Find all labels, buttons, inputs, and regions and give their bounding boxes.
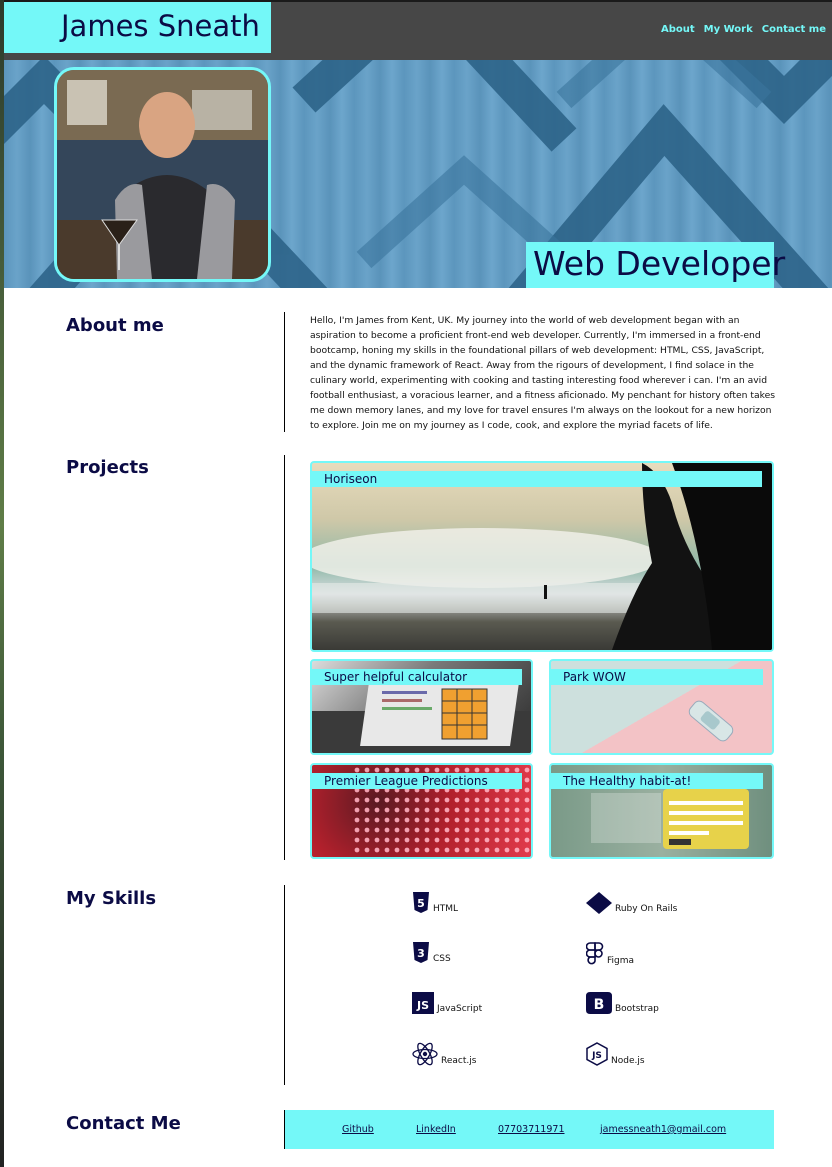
- nav-my-work[interactable]: My Work: [704, 24, 753, 35]
- skill-label-css: CSS: [433, 954, 451, 964]
- contact-links-bar: Github LinkedIn 07703711971 jamessneath1…: [284, 1110, 774, 1149]
- about-divider: [284, 312, 285, 432]
- project-title-healthy-habit: The Healthy habit-at!: [563, 774, 692, 788]
- brand-box: James Sneath: [4, 2, 271, 53]
- project-title-park-wow: Park WOW: [563, 670, 626, 684]
- svg-text:3: 3: [417, 947, 425, 960]
- skill-bootstrap: B Bootstrap: [586, 992, 659, 1014]
- skill-label-ruby-on-rails: Ruby On Rails: [615, 904, 678, 914]
- javascript-icon: JS: [412, 992, 434, 1014]
- skill-label-react: React.js: [441, 1056, 477, 1066]
- project-label-premier-league: Premier League Predictions: [312, 773, 522, 789]
- svg-text:5: 5: [417, 897, 425, 910]
- project-card-calculator[interactable]: Super helpful calculator: [310, 659, 533, 755]
- figma-icon: [586, 942, 604, 965]
- react-icon: [412, 1042, 438, 1066]
- html5-icon: 5: [413, 892, 429, 913]
- project-card-park-wow[interactable]: Park WOW: [549, 659, 774, 755]
- site-header: James Sneath About My Work Contact me: [4, 2, 832, 60]
- contact-divider: [284, 1110, 285, 1149]
- skills-divider: [284, 885, 285, 1085]
- projects-heading: Projects: [66, 457, 149, 478]
- skills-heading: My Skills: [66, 888, 157, 909]
- project-card-premier-league[interactable]: Premier League Predictions: [310, 763, 533, 859]
- project-label-horiseon: Horiseon: [312, 471, 762, 487]
- skill-figma: Figma: [586, 942, 634, 966]
- portfolio-page: James Sneath About My Work Contact me We…: [4, 2, 832, 1167]
- skill-html: 5 HTML: [412, 892, 458, 914]
- skill-css: 3 CSS: [412, 942, 451, 964]
- svg-text:B: B: [594, 997, 605, 1013]
- ruby-diamond-icon: [586, 892, 612, 914]
- hero-title: Web Developer: [533, 244, 786, 283]
- hero-banner: Web Developer: [4, 60, 832, 288]
- svg-text:JS: JS: [416, 999, 429, 1012]
- project-label-healthy-habit: The Healthy habit-at!: [551, 773, 763, 789]
- skill-label-bootstrap: Bootstrap: [615, 1004, 659, 1014]
- css3-icon: 3: [413, 942, 429, 963]
- skill-react: React.js: [412, 1042, 476, 1066]
- skill-label-html: HTML: [433, 904, 459, 914]
- project-card-horiseon[interactable]: Horiseon: [310, 461, 774, 652]
- skill-javascript: JS JavaScript: [412, 992, 482, 1014]
- about-text: Hello, I'm James from Kent, UK. My journ…: [310, 315, 776, 431]
- skill-ruby-on-rails: Ruby On Rails: [586, 892, 677, 914]
- project-title-calculator: Super helpful calculator: [324, 670, 468, 684]
- nav-contact[interactable]: Contact me: [762, 24, 826, 35]
- project-title-horiseon: Horiseon: [324, 472, 378, 486]
- nodejs-icon: JS: [586, 1042, 608, 1066]
- skill-label-javascript: JavaScript: [437, 1004, 483, 1014]
- project-title-premier-league: Premier League Predictions: [324, 774, 488, 788]
- nav-about[interactable]: About: [661, 24, 695, 35]
- hero-title-box: Web Developer: [526, 242, 785, 288]
- bootstrap-icon: B: [586, 992, 612, 1014]
- skill-label-nodejs: Node.js: [611, 1056, 645, 1066]
- project-image-horiseon: [312, 463, 772, 650]
- projects-divider: [284, 455, 285, 860]
- contact-link-github[interactable]: Github: [342, 1124, 374, 1135]
- contact-heading: Contact Me: [66, 1113, 181, 1134]
- project-card-healthy-habit[interactable]: The Healthy habit-at!: [549, 763, 774, 859]
- contact-link-linkedin[interactable]: LinkedIn: [416, 1124, 456, 1135]
- contact-link-email[interactable]: jamessneath1@gmail.com: [600, 1124, 726, 1135]
- skill-nodejs: JS Node.js: [586, 1042, 645, 1066]
- svg-text:JS: JS: [591, 1051, 602, 1061]
- project-label-calculator: Super helpful calculator: [312, 669, 522, 685]
- project-label-park-wow: Park WOW: [551, 669, 763, 685]
- contact-link-phone[interactable]: 07703711971: [498, 1124, 565, 1135]
- profile-photo-illustration: [57, 70, 268, 279]
- main-nav: About My Work Contact me: [661, 24, 826, 35]
- skill-label-figma: Figma: [607, 956, 635, 966]
- profile-photo: [54, 67, 271, 282]
- site-title: James Sneath: [61, 9, 260, 43]
- about-heading: About me: [66, 315, 164, 336]
